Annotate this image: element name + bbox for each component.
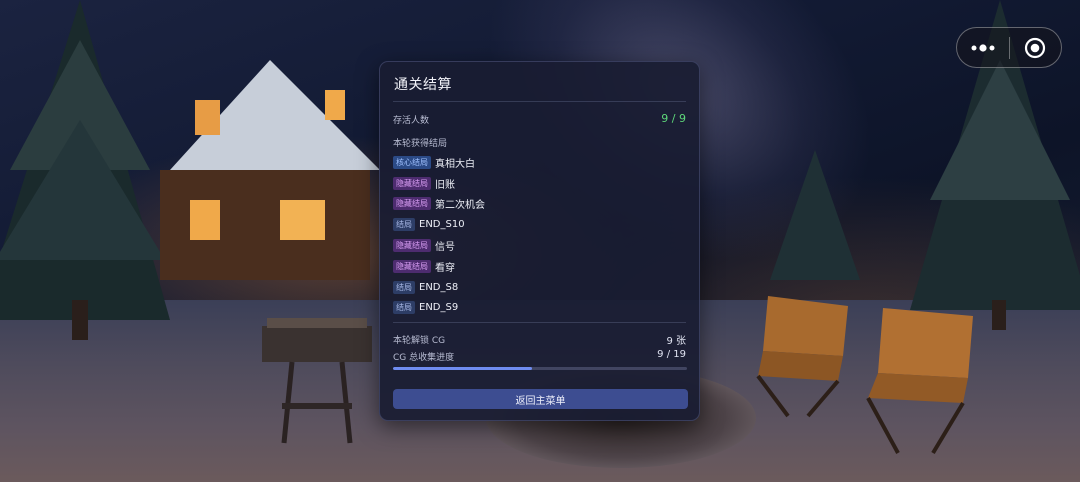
ending-item: 隐藏结局 信号 [393, 235, 683, 256]
ending-name: 旧账 [435, 179, 455, 191]
more-button[interactable] [957, 28, 1009, 67]
cg-progress-fill [393, 367, 533, 370]
ending-name: 信号 [435, 242, 455, 254]
ending-tag: 结局 [393, 280, 415, 294]
cg-progress-label: CG 总收集进度 [393, 353, 455, 363]
ending-item: 核心结局 真相大白 [393, 152, 683, 173]
return-main-menu-button[interactable]: 返回主菜单 [393, 389, 688, 409]
ending-name: END_S8 [419, 281, 459, 293]
game-scene: 通关结算 存活人数 9 / 9 本轮获得结局 核心结局 真相大白 隐藏结局 旧账… [0, 0, 1080, 482]
ending-item: 隐藏结局 第二次机会 [393, 194, 683, 215]
endings-label: 本轮获得结局 [393, 139, 448, 149]
more-dots-icon [971, 43, 995, 52]
ending-tag: 结局 [393, 218, 415, 232]
bbq-grill [262, 318, 372, 444]
cg-unlocked-value: 9 张 [666, 336, 686, 347]
cg-progress-value: 9 / 19 [657, 349, 686, 360]
panel-title: 通关结算 [394, 77, 452, 93]
cg-progress-bar [393, 367, 687, 370]
ending-item: 隐藏结局 看穿 [393, 256, 683, 277]
survivors-value: 9 / 9 [661, 112, 686, 125]
ending-name: 真相大白 [435, 158, 475, 170]
log-cabin [160, 60, 380, 280]
ending-tag: 核心结局 [393, 155, 431, 169]
ending-tag: 隐藏结局 [393, 239, 431, 253]
cg-unlocked-label: 本轮解锁 CG [393, 336, 446, 346]
ending-item: 结局 END_S9 [393, 298, 683, 319]
ending-tag: 隐藏结局 [393, 259, 431, 273]
survivors-label: 存活人数 [393, 116, 430, 126]
ending-item: 结局 END_S10 [393, 214, 683, 235]
ending-tag: 隐藏结局 [393, 176, 431, 190]
mini-program-capsule [956, 27, 1062, 68]
ending-name: END_S9 [419, 302, 459, 314]
ending-name: END_S10 [419, 219, 465, 231]
ending-tag: 隐藏结局 [393, 197, 431, 211]
target-circle-icon [1025, 37, 1046, 58]
close-button[interactable] [1010, 28, 1062, 67]
camping-chair-left [756, 296, 848, 418]
settlement-panel: 通关结算 存活人数 9 / 9 本轮获得结局 核心结局 真相大白 隐藏结局 旧账… [379, 61, 700, 421]
title-divider [393, 101, 686, 102]
cg-divider [393, 322, 686, 323]
pine-tree-mid [770, 150, 860, 280]
ending-name: 第二次机会 [435, 200, 485, 212]
ending-item: 隐藏结局 旧账 [393, 173, 683, 194]
ending-name: 看穿 [435, 262, 455, 274]
ending-tag: 结局 [393, 301, 415, 315]
ending-item: 结局 END_S8 [393, 277, 683, 298]
endings-list: 核心结局 真相大白 隐藏结局 旧账 隐藏结局 第二次机会 结局 END_S10 … [393, 152, 683, 318]
camping-chair-right [866, 308, 973, 455]
